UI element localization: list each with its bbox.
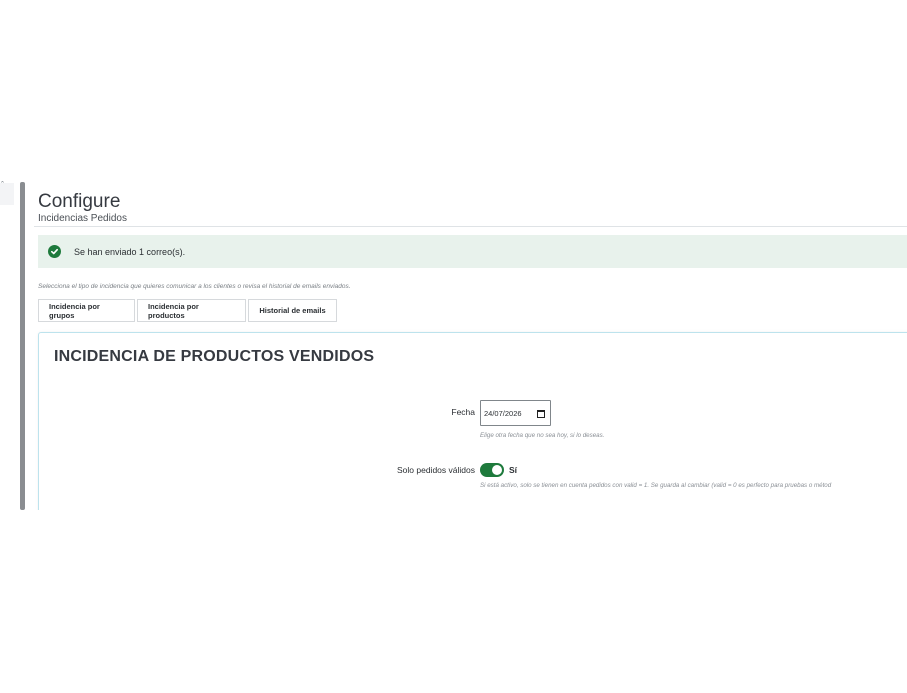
calendar-icon[interactable] — [537, 410, 545, 418]
success-alert: Se han enviado 1 correo(s). — [38, 235, 907, 268]
main-content: Configure Incidencias Pedidos Se han env… — [28, 182, 907, 510]
fecha-value: 24/07/2026 — [484, 408, 522, 418]
solo-validos-label: Solo pedidos válidos — [397, 465, 475, 475]
tab-bar: Incidencia por grupos Incidencia por pro… — [38, 299, 339, 322]
check-circle-icon — [48, 245, 61, 258]
header-divider — [34, 226, 907, 227]
solo-validos-help: Si está activo, solo se tienen en cuenta… — [480, 482, 832, 489]
page-subtitle: Incidencias Pedidos — [38, 213, 127, 224]
products-panel: INCIDENCIA DE PRODUCTOS VENDIDOS Fecha 2… — [38, 332, 907, 510]
fecha-help: Elige otra fecha que no sea hoy, si lo d… — [480, 432, 605, 439]
fecha-date-input[interactable]: 24/07/2026 — [480, 400, 551, 426]
solo-validos-toggle[interactable] — [480, 463, 504, 477]
page-header: Configure Incidencias Pedidos — [38, 191, 127, 225]
viewport: ˆ Configure Incidencias Pedidos Se han e… — [0, 0, 907, 693]
page-title: Configure — [38, 191, 121, 212]
tab-incidencia-productos[interactable]: Incidencia por productos — [137, 299, 246, 322]
intro-text: Selecciona el tipo de incidencia que qui… — [38, 283, 351, 290]
chevron-icon[interactable]: ˆ — [1, 180, 4, 190]
fecha-label: Fecha — [451, 407, 475, 417]
tab-incidencia-grupos[interactable]: Incidencia por grupos — [38, 299, 135, 322]
alert-message: Se han enviado 1 correo(s). — [74, 246, 186, 257]
toggle-state-label: Sí — [509, 465, 518, 475]
panel-title: INCIDENCIA DE PRODUCTOS VENDIDOS — [54, 348, 375, 365]
scrollbar[interactable] — [20, 182, 25, 510]
tab-historial-emails[interactable]: Historial de emails — [248, 299, 337, 322]
toggle-knob — [492, 465, 502, 475]
